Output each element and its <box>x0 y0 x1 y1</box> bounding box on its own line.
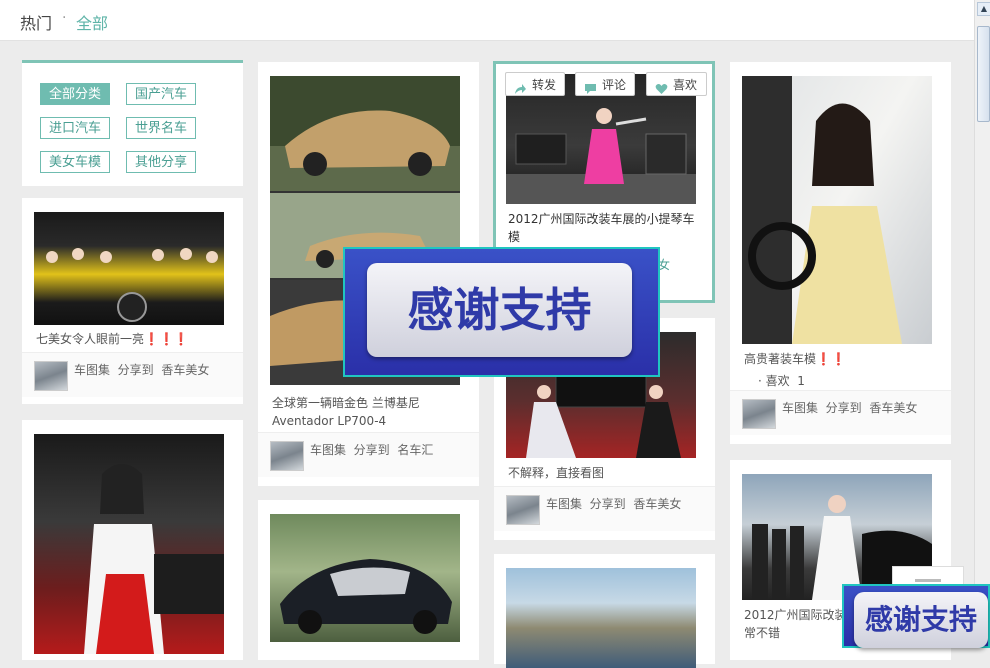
board-link[interactable]: 香车美女 <box>633 497 681 511</box>
like-count-label: · 喜欢 <box>758 374 790 388</box>
post-caption[interactable]: 2012广州国际改装 <box>744 606 847 624</box>
comment-bubble-icon <box>584 79 597 103</box>
breadcrumb-separator: · <box>62 10 67 26</box>
board-link[interactable]: 名车汇 <box>397 443 433 457</box>
category-world-famous[interactable]: 世界名车 <box>126 117 197 139</box>
post-caption[interactable]: 七美女令人眼前一亮❗❗❗ <box>36 330 231 348</box>
avatar[interactable] <box>506 495 540 525</box>
like-count-value: 1 <box>797 374 805 388</box>
source-link[interactable]: 车图集 <box>310 443 346 457</box>
share-label: 转发 <box>532 78 557 92</box>
like-count: · 喜欢 1 <box>758 372 805 390</box>
post-caption[interactable]: 2012广州国际改装车展的小提琴车模 <box>508 210 698 246</box>
like-label: 喜欢 <box>673 78 698 92</box>
post-card[interactable]: 七美女令人眼前一亮❗❗❗ 车图集 分享到 香车美女 <box>22 198 243 404</box>
avatar[interactable] <box>34 361 68 391</box>
shared-label: 分享到 <box>353 443 390 457</box>
car-models-photo-icon <box>46 248 218 322</box>
post-image[interactable] <box>34 212 224 325</box>
cosplay-model-photo-icon <box>84 464 224 654</box>
source-link[interactable]: 车图集 <box>782 401 818 415</box>
back-to-top-icon <box>915 579 941 582</box>
post-meta: 车图集 分享到 香车美女 <box>494 486 715 531</box>
post-caption-line-2: 常不错 <box>744 626 781 640</box>
thanks-corner-text: 感谢支持 <box>854 592 988 648</box>
post-card[interactable] <box>22 420 243 660</box>
post-image[interactable] <box>270 514 460 642</box>
post-caption[interactable]: 全球第一辆暗金色 兰博基尼 Aventador LP700-4 <box>272 394 467 430</box>
breadcrumb-current[interactable]: 全部 <box>76 10 108 34</box>
scroll-up-icon[interactable]: ▲ <box>977 2 990 16</box>
top-bar: 热门 · 全部 <box>0 0 974 41</box>
post-image[interactable] <box>506 568 696 668</box>
category-all[interactable]: 全部分类 <box>40 83 111 105</box>
scrollbar-thumb[interactable] <box>977 26 990 122</box>
category-panel: 全部分类 国产汽车 进口汽车 世界名车 美女车模 其他分享 <box>22 60 243 186</box>
share-button[interactable]: 转发 <box>505 72 565 96</box>
post-source: 车图集 分享到 香车美女 <box>782 399 917 416</box>
breadcrumb-hot[interactable]: 热门 <box>20 10 52 34</box>
avatar[interactable] <box>742 399 776 429</box>
shared-label: 分享到 <box>825 401 862 415</box>
post-image[interactable] <box>742 76 932 344</box>
share-arrow-icon <box>514 79 527 103</box>
category-other[interactable]: 其他分享 <box>126 151 197 173</box>
board-link[interactable]: 香车美女 <box>161 363 209 377</box>
source-link[interactable]: 车图集 <box>546 497 582 511</box>
post-source: 车图集 分享到 香车美女 <box>546 495 681 512</box>
shared-label: 分享到 <box>117 363 154 377</box>
post-source: 车图集 分享到 名车汇 <box>310 441 433 458</box>
like-button[interactable]: 喜欢 <box>646 72 707 96</box>
comment-button[interactable]: 评论 <box>575 72 635 96</box>
post-card[interactable]: 高贵著装车模❗❗ · 喜欢 1 车图集 分享到 香车美女 <box>730 62 951 444</box>
post-caption[interactable]: 高贵著装车模❗❗ <box>744 350 846 368</box>
elegant-model-photo-icon <box>742 76 902 344</box>
scrollbar[interactable]: ▲ <box>974 0 990 648</box>
category-domestic[interactable]: 国产汽车 <box>126 83 197 105</box>
post-source: 车图集 分享到 香车美女 <box>74 361 209 378</box>
post-meta: 车图集 分享到 香车美女 <box>730 390 951 435</box>
thanks-overlay-banner[interactable]: 感谢支持 <box>343 247 660 377</box>
category-imported[interactable]: 进口汽车 <box>40 117 111 139</box>
post-card[interactable] <box>258 500 479 660</box>
source-link[interactable]: 车图集 <box>74 363 110 377</box>
bugatti-photo-icon <box>280 559 452 634</box>
thanks-text: 感谢支持 <box>367 263 632 357</box>
post-caption[interactable]: 不解释，直接看图 <box>508 464 604 482</box>
board-link[interactable]: 香车美女 <box>869 401 917 415</box>
avatar[interactable] <box>270 441 304 471</box>
post-image[interactable] <box>34 434 224 654</box>
thanks-corner-banner[interactable]: 感谢支持 <box>842 584 990 648</box>
category-car-models[interactable]: 美女车模 <box>40 151 111 173</box>
comment-label: 评论 <box>602 78 627 92</box>
post-meta: 车图集 分享到 名车汇 <box>258 432 479 477</box>
heart-icon <box>655 79 668 103</box>
post-meta: 车图集 分享到 香车美女 <box>22 352 243 397</box>
shared-label: 分享到 <box>589 497 626 511</box>
